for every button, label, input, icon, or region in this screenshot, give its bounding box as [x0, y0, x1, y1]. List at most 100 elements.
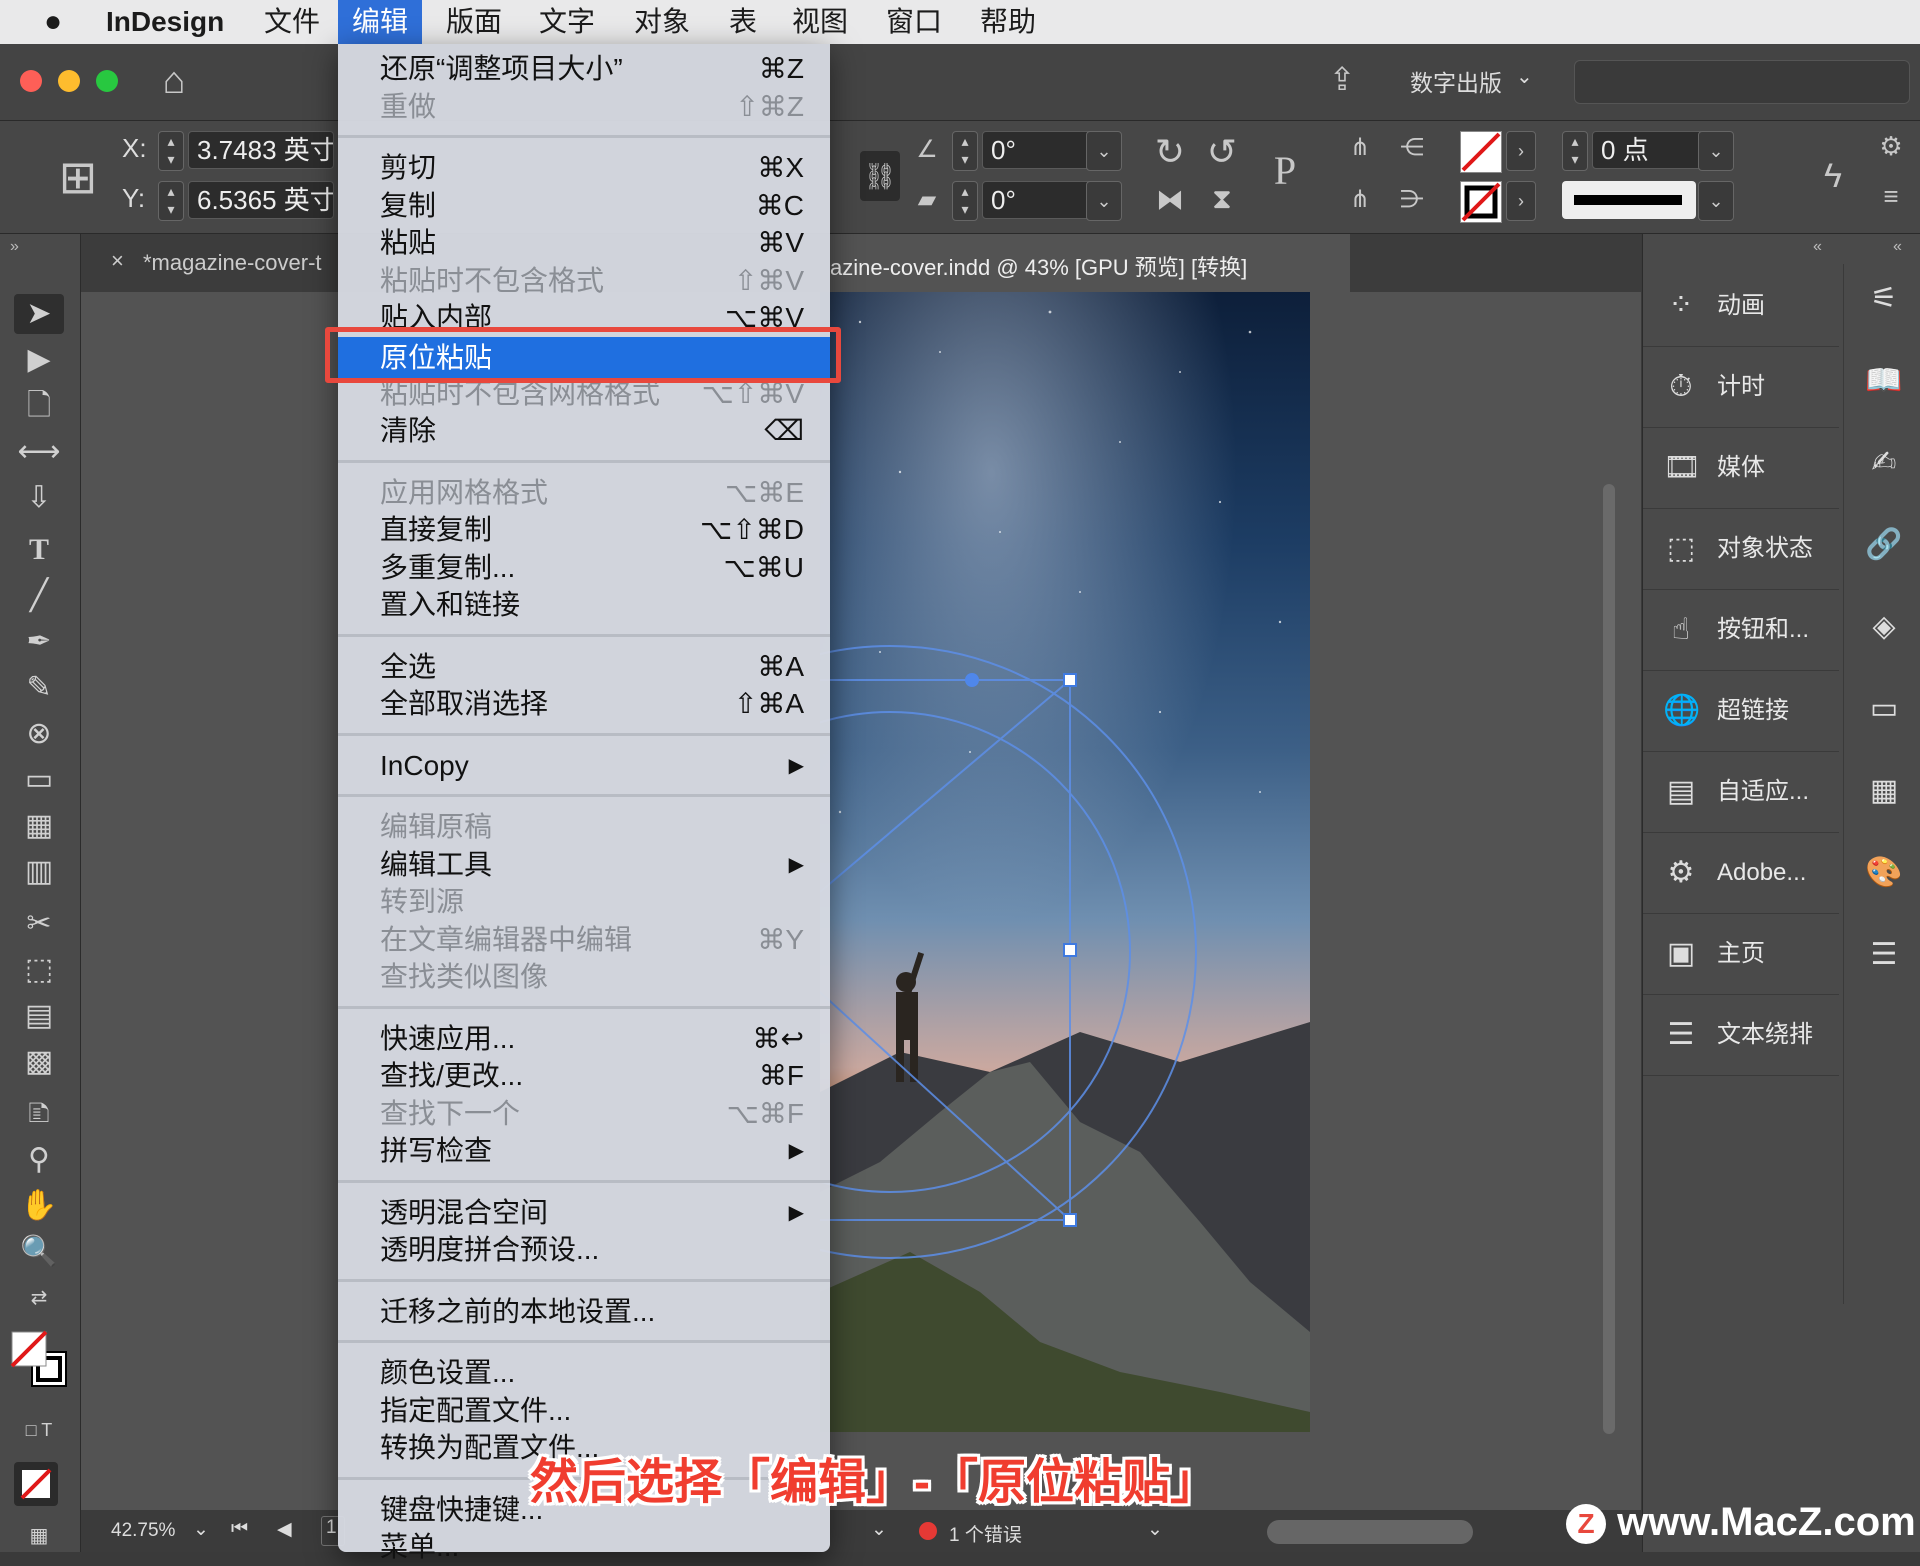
minimize-window-button[interactable] [58, 70, 80, 92]
panel-media[interactable]: 🎞 媒体 [1643, 428, 1839, 509]
apple-icon[interactable]: ● [30, 0, 76, 44]
menu-item-6[interactable]: 粘贴时不包含格式 ⇧⌘V [338, 262, 830, 300]
reference-point-icon[interactable]: ⊞ [50, 149, 106, 205]
fill-stroke-proxy[interactable] [10, 1330, 70, 1390]
menu-object[interactable]: 对象 [620, 0, 704, 44]
panel-menu-icon[interactable]: ≡ [1876, 181, 1906, 212]
collapse-dock-icon[interactable]: « [1893, 238, 1902, 256]
previous-page-icon[interactable]: ◀ [277, 1518, 292, 1541]
line-tool-icon[interactable]: ╱ [14, 576, 64, 616]
type-tool-icon[interactable]: T [14, 530, 64, 570]
formatting-affects-container-icon[interactable]: □ T [14, 1410, 64, 1450]
select-next-icon[interactable]: ⋺ [1392, 185, 1432, 214]
stroke-lines-icon[interactable]: ☰ [1859, 930, 1909, 980]
home-icon[interactable]: ⌂ [152, 60, 196, 104]
select-container-icon[interactable]: ⋔ [1340, 133, 1380, 162]
menu-item-15[interactable]: 置入和链接 [338, 586, 830, 624]
lightning-icon[interactable]: ϟ [1818, 157, 1848, 196]
shear-stepper[interactable]: ▴ ▾ [952, 181, 978, 221]
zoom-tool-icon[interactable]: 🔍 [14, 1232, 64, 1272]
content-collector-icon[interactable]: ⇩ [14, 478, 64, 518]
rotate-dropdown[interactable]: ⌄ [1086, 131, 1122, 171]
menu-table[interactable]: 表 [715, 0, 771, 44]
menu-edit[interactable]: 编辑 [338, 0, 423, 44]
stroke-swatch[interactable] [1460, 181, 1502, 223]
panel-animation[interactable]: ⁘ 动画 [1643, 266, 1839, 347]
scissors-tool-icon[interactable]: ✂ [14, 904, 64, 944]
note-tool-icon[interactable]: 🗈 [14, 1094, 64, 1134]
menu-item-29[interactable]: 查找/更改... ⌘F [338, 1057, 830, 1095]
chevron-down-icon[interactable]: ⌄ [1516, 64, 1533, 89]
menu-window[interactable]: 窗口 [872, 0, 956, 44]
swap-fill-stroke-icon[interactable]: ⇄ [14, 1278, 64, 1318]
hand-tool-icon[interactable]: ✋ [14, 1186, 64, 1226]
menu-item-0[interactable]: 还原“调整项目大小” ⌘Z [338, 50, 830, 88]
screen-mode-icon[interactable]: ▦ [14, 1516, 64, 1556]
free-transform-tool-icon[interactable]: ⬚ [14, 950, 64, 990]
menu-item-12[interactable]: 应用网格格式 ⌥⌘E [338, 474, 830, 512]
cc-libraries-icon[interactable]: ✍ [1859, 438, 1909, 488]
table-tool-icon[interactable]: ▦ [14, 806, 64, 846]
y-stepper[interactable]: ▴ ▾ [158, 181, 184, 221]
zoom-level[interactable]: 42.75% [111, 1520, 175, 1542]
color-icon[interactable]: 🎨 [1859, 848, 1909, 898]
menu-item-10[interactable]: 清除 ⌫ [338, 412, 830, 450]
menu-help[interactable]: 帮助 [966, 0, 1050, 44]
first-page-icon[interactable]: ⏮ [231, 1518, 248, 1540]
rotate-field[interactable]: 0° [982, 131, 1092, 169]
fill-expand-arrow[interactable]: › [1506, 131, 1536, 171]
menu-item-24[interactable]: 转到源 [338, 883, 830, 921]
zoom-window-button[interactable] [96, 70, 118, 92]
menu-item-31[interactable]: 拼写检查 ▶ [338, 1132, 830, 1170]
rotate-clockwise-icon[interactable]: ↻ [1148, 131, 1192, 173]
select-previous-icon[interactable]: ⋲ [1392, 133, 1432, 162]
flip-horizontal-icon[interactable]: ⧓ [1148, 183, 1192, 216]
constrain-proportions-icon[interactable]: ⛓ [860, 151, 900, 201]
layers-icon[interactable]: ◈ [1859, 602, 1909, 652]
rotate-stepper[interactable]: ▴ ▾ [952, 131, 978, 171]
panel-object-states[interactable]: ⬚ 对象状态 [1643, 509, 1839, 590]
gradient-icon[interactable]: ▭ [1859, 684, 1909, 734]
page-tool-icon[interactable]: 🗋 [14, 386, 64, 426]
menu-item-18[interactable]: 全部取消选择 ⇧⌘A [338, 685, 830, 723]
menu-item-5[interactable]: 粘贴 ⌘V [338, 224, 830, 262]
menu-item-1[interactable]: 重做 ⇧⌘Z [338, 88, 830, 126]
menu-file[interactable]: 文件 [250, 0, 334, 44]
share-icon[interactable]: ⇪ [1322, 60, 1362, 100]
tab-magazine-cover-indd[interactable]: azine-cover.indd @ 43% [GPU 预览] [转换] [830, 250, 1247, 282]
panel-buttons-forms[interactable]: ☝ 按钮和... [1643, 590, 1839, 671]
rectangle-frame-tool-icon[interactable]: ⊗ [14, 714, 64, 754]
menu-item-3[interactable]: 剪切 ⌘X [338, 149, 830, 187]
menu-item-26[interactable]: 查找类似图像 [338, 958, 830, 996]
x-stepper[interactable]: ▴ ▾ [158, 131, 184, 171]
menu-item-20[interactable]: InCopy ▶ [338, 747, 830, 785]
page-dropdown-icon[interactable]: ⌄ [871, 1518, 887, 1541]
stroke-weight-dropdown[interactable]: ⌄ [1698, 131, 1734, 171]
menu-item-22[interactable]: 编辑原稿 [338, 808, 830, 846]
panel-pages[interactable]: ▣ 主页 [1643, 914, 1839, 995]
menu-item-4[interactable]: 复制 ⌘C [338, 187, 830, 225]
menu-item-39[interactable]: 指定配置文件... [338, 1392, 830, 1430]
links-icon[interactable]: 🔗 [1859, 520, 1909, 570]
search-input[interactable] [1574, 60, 1910, 104]
stroke-weight-field[interactable]: 0 点 [1592, 131, 1704, 169]
publish-online-dropdown[interactable]: 数字出版 [1410, 64, 1502, 98]
panel-adobe[interactable]: ⚙ Adobe... [1643, 833, 1839, 914]
menu-item-25[interactable]: 在文章编辑器中编辑 ⌘Y [338, 921, 830, 959]
rectangle-tool-icon[interactable]: ▭ [14, 760, 64, 800]
stroke-type-arrow[interactable]: ⌄ [1698, 181, 1734, 221]
menu-item-17[interactable]: 全选 ⌘A [338, 648, 830, 686]
menu-item-34[interactable]: 透明度拼合预设... [338, 1231, 830, 1269]
swatches-icon[interactable]: ▦ [1859, 766, 1909, 816]
gradient-swatch-tool-icon[interactable]: ▤ [14, 996, 64, 1036]
stroke-expand-arrow[interactable]: › [1506, 181, 1536, 221]
menu-item-33[interactable]: 透明混合空间 ▶ [338, 1194, 830, 1232]
selection-tool-icon[interactable]: ➤ [14, 294, 64, 334]
panel-timing[interactable]: ⏱ 计时 [1643, 347, 1839, 428]
horizontal-scrollbar[interactable] [1267, 1520, 1473, 1544]
eyedropper-tool-icon[interactable]: ⚲ [14, 1140, 64, 1180]
grid-tool-icon[interactable]: ▥ [14, 852, 64, 892]
tab-magazine-cover-t[interactable]: *magazine-cover-t [143, 250, 322, 276]
menu-item-28[interactable]: 快速应用... ⌘↩ [338, 1020, 830, 1058]
direct-selection-tool-icon[interactable]: ▶ [14, 340, 64, 380]
